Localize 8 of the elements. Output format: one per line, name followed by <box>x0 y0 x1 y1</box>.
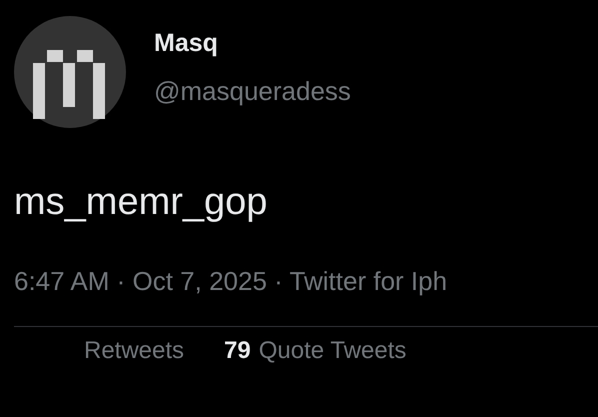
avatar-icon[interactable] <box>14 16 126 128</box>
tweet-timestamp: 6:47 AM · Oct 7, 2025 · Twitter for Iph <box>14 266 448 296</box>
stat-count[interactable]: 79 <box>224 337 251 365</box>
stat-label[interactable]: Retweets <box>84 337 184 365</box>
author-name[interactable]: Masq <box>154 28 351 58</box>
author-handle[interactable]: @masqueradess <box>154 76 351 106</box>
stat-label[interactable]: Quote Tweets <box>258 337 406 365</box>
tweet-text: ms_memr_gop <box>14 180 268 224</box>
